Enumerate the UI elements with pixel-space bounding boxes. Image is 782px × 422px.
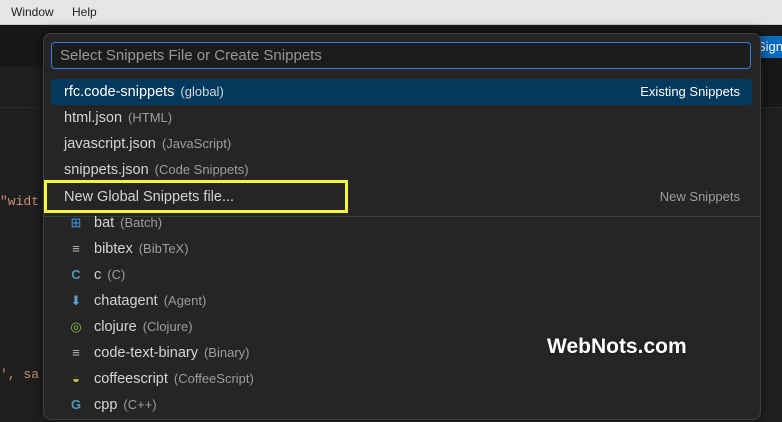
webnots-watermark: WebNots.com: [547, 335, 687, 358]
item-desc: (Binary): [203, 345, 250, 360]
snippet-file-rfc[interactable]: rfc.code-snippets (global) Existing Snipp…: [51, 79, 752, 105]
item-desc: (CoffeeScript): [173, 371, 254, 386]
item-name: chatagent: [94, 293, 158, 309]
item-name: clojure: [94, 319, 137, 335]
item-desc: (JavaScript): [161, 136, 232, 151]
item-name: code-text-binary: [94, 345, 198, 361]
item-name: javascript.json: [64, 136, 156, 152]
item-name: cpp: [94, 397, 118, 413]
item-desc: (C++): [123, 397, 157, 412]
search-input[interactable]: [51, 42, 751, 69]
language-item-chatagent[interactable]: ⬇ chatagent (Agent): [51, 288, 752, 314]
language-item-bibtex[interactable]: ≡ bibtex (BibTeX): [51, 236, 752, 262]
clojure-icon: ◎: [70, 319, 82, 334]
language-item-coffeescript[interactable]: ◒ coffeescript (CoffeeScript): [51, 366, 752, 392]
language-item-cpp[interactable]: Gcpp (C++): [51, 392, 752, 418]
menu-help[interactable]: Help: [72, 5, 97, 19]
item-desc: (global): [180, 84, 224, 99]
item-desc: (C): [107, 267, 126, 282]
yellow-highlight-box: [44, 180, 348, 213]
lines-icon: ≡: [72, 345, 80, 360]
item-desc: (BibTeX): [138, 241, 189, 256]
quick-pick-palette: rfc.code-snippets (global) Existing Snipp…: [43, 33, 761, 420]
language-item-bat[interactable]: ⊞ bat (Batch): [51, 210, 752, 236]
menu-window[interactable]: Window: [11, 5, 54, 19]
item-desc: (Clojure): [142, 319, 193, 334]
coffee-icon: ◒: [72, 371, 80, 386]
language-item-c[interactable]: Cc (C): [51, 262, 752, 288]
item-name: snippets.json: [64, 162, 149, 178]
item-desc: (Agent): [163, 293, 207, 308]
c-icon: C: [71, 267, 81, 282]
menu-bar: Window Help: [0, 0, 782, 25]
item-desc: (HTML): [128, 110, 173, 125]
snippet-file-javascript[interactable]: javascript.json (JavaScript): [51, 131, 752, 157]
windows-icon: ⊞: [70, 215, 82, 230]
new-snippets-label: New Snippets: [659, 189, 740, 204]
arrow-down-icon: ⬇: [70, 293, 82, 308]
existing-snippets-label: Existing Snippets: [640, 84, 740, 99]
lines-icon: ≡: [72, 241, 80, 256]
item-name: coffeescript: [94, 371, 168, 387]
item-name: bibtex: [94, 241, 133, 257]
item-name: rfc.code-snippets: [64, 84, 175, 100]
cpp-icon: G: [70, 397, 82, 412]
editor-tab-right[interactable]: [762, 67, 782, 107]
item-name: html.json: [64, 110, 123, 126]
snippet-file-html[interactable]: html.json (HTML): [51, 105, 752, 131]
code-line-1: "widt: [0, 194, 40, 209]
editor-tab[interactable]: [0, 67, 47, 107]
item-desc: (Code Snippets): [154, 162, 249, 177]
item-desc: (Batch): [120, 215, 163, 230]
item-name: bat: [94, 215, 115, 231]
item-name: c: [94, 267, 102, 283]
code-line-2: ', sa: [0, 367, 40, 382]
